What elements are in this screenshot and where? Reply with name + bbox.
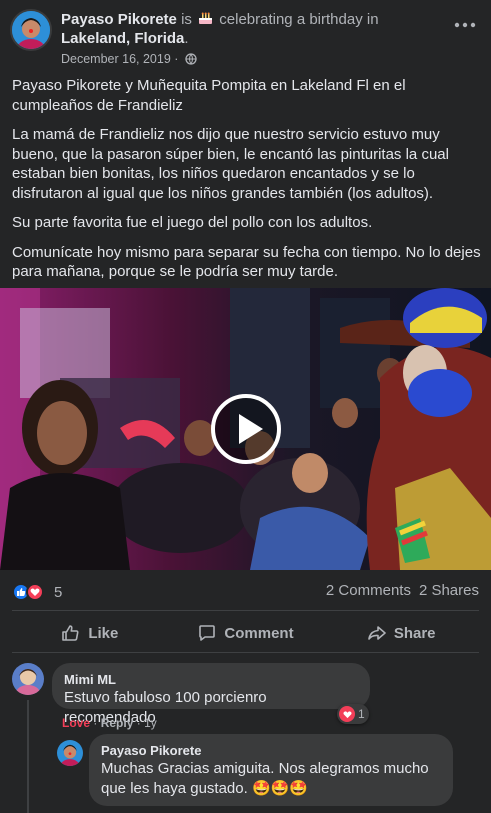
thumbs-up-icon (62, 625, 79, 641)
comment-reaction-count: 1 (358, 707, 365, 721)
post-paragraph: Su parte favorita fue el juego del pollo… (12, 214, 373, 231)
post-body: Payaso Pikorete y Muñequita Pompita en L… (12, 76, 482, 292)
birthday-cake-icon (199, 12, 213, 24)
location-suffix: . (184, 30, 189, 47)
reply-author-name[interactable]: Payaso Pikorete (101, 742, 441, 759)
date-separator: · (174, 52, 179, 66)
reply-author-avatar[interactable] (57, 740, 83, 766)
activity-text: celebrating a birthday in (219, 11, 379, 28)
share-label: Share (393, 624, 436, 642)
commenter-name[interactable]: Mimi ML (64, 671, 358, 688)
post-header: Payaso Pikorete is celebrating a birthda… (0, 0, 491, 70)
shares-count-link[interactable]: 2 Shares (419, 582, 479, 599)
comment-label: Comment (224, 624, 294, 642)
comment-reaction-badge[interactable]: 1 (337, 704, 369, 724)
post-headline: Payaso Pikorete is celebrating a birthda… (61, 10, 441, 48)
divider (12, 652, 479, 653)
comment-button[interactable]: Comment (168, 616, 324, 650)
post-date[interactable]: December 16, 2019 (61, 52, 171, 66)
is-word: is (181, 11, 192, 28)
comment-love-link[interactable]: Love (62, 716, 90, 730)
post-date-line: December 16, 2019 · (61, 52, 197, 66)
comment-time[interactable]: 1y (144, 716, 157, 730)
divider (12, 610, 479, 611)
love-reaction-icon (26, 583, 44, 601)
action-bar: Like Comment Share (12, 616, 479, 650)
like-button[interactable]: Like (12, 616, 168, 650)
love-reaction-icon (339, 706, 355, 722)
reaction-count: 5 (54, 583, 63, 601)
author-name[interactable]: Payaso Pikorete (61, 11, 177, 28)
share-button[interactable]: Share (323, 616, 479, 650)
comment-bubble: Mimi ML Estuvo fabuloso 100 porcienro re… (52, 663, 370, 726)
reply-thread-line (27, 700, 29, 813)
post-paragraph: Payaso Pikorete y Muñequita Pompita en L… (12, 77, 406, 114)
author-avatar[interactable] (10, 9, 52, 51)
globe-icon (185, 53, 197, 65)
play-icon[interactable] (211, 394, 281, 464)
like-label: Like (88, 624, 119, 642)
post-paragraph: La mamá de Frandieliz nos dijo que nuest… (12, 126, 449, 202)
comment-reply-link[interactable]: Reply (101, 716, 134, 730)
reply-bubble: Payaso Pikorete Muchas Gracias amiguita.… (89, 734, 453, 806)
comment-meta: Love · Reply · 1y (62, 716, 157, 730)
commenter-avatar[interactable] (12, 663, 44, 695)
comment-bubble-icon (199, 625, 216, 641)
share-arrow-icon (368, 626, 386, 640)
reply-text: Muchas Gracias amiguita. Nos alegramos m… (101, 760, 429, 797)
engagement-stats: 2 Comments 2 Shares (326, 582, 479, 599)
more-dots-icon[interactable] (451, 18, 479, 32)
comments-count-link[interactable]: 2 Comments (326, 582, 411, 599)
post-paragraph: Comunícate hoy mismo para separar su fec… (12, 243, 481, 281)
location-link[interactable]: Lakeland, Florida (61, 30, 184, 47)
reaction-summary[interactable]: 5 (12, 582, 62, 602)
